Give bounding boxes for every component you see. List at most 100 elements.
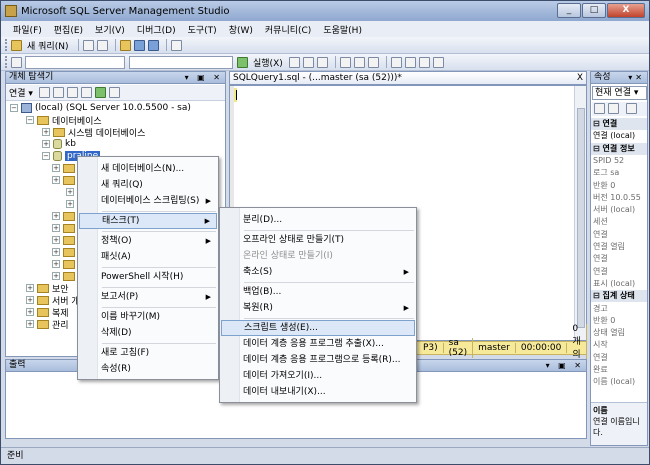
property-row[interactable]: 경고 <box>591 303 647 315</box>
expand-icon[interactable]: + <box>26 308 34 316</box>
menu-item[interactable]: 복원(R) ▶ <box>221 300 415 316</box>
property-row[interactable]: SPID 52 <box>591 155 647 167</box>
menu-item[interactable]: 데이터 계층 응용 프로그램 추출(X)... <box>221 336 415 352</box>
comment-icon[interactable] <box>390 56 402 68</box>
property-row[interactable]: 연결 <box>591 352 647 364</box>
properties-object-combo[interactable]: 현재 연결 ▾ <box>592 86 647 100</box>
disconnect-icon[interactable] <box>52 87 64 98</box>
expand-icon[interactable]: + <box>52 272 60 280</box>
property-category[interactable]: ⊟ 집계 상태 <box>591 290 647 303</box>
property-row[interactable]: 완료 <box>591 364 647 376</box>
tree-node[interactable]: + kb <box>42 138 76 150</box>
property-category[interactable]: ⊟ 연결 <box>591 118 647 130</box>
decrease-indent-icon[interactable] <box>418 56 430 68</box>
minimize-button[interactable]: _ <box>557 3 581 18</box>
close-tab-icon[interactable]: X <box>577 72 583 84</box>
new-file-icon[interactable] <box>83 39 95 51</box>
execute-button[interactable]: 실행(X) <box>237 56 283 69</box>
tree-node[interactable]: + 시스템 데이터베이스 <box>42 126 145 139</box>
property-row[interactable]: 연결 열림 <box>591 241 647 253</box>
database-combo[interactable] <box>129 55 233 69</box>
menu-item[interactable]: 백업(B)... <box>221 284 415 300</box>
save-all-icon[interactable] <box>148 39 160 51</box>
property-row[interactable]: 로그 sa <box>591 167 647 179</box>
new-query-button[interactable]: 새 쿼리(N) <box>11 39 68 52</box>
activity-monitor-icon[interactable] <box>171 39 183 51</box>
panel-pin-close-icon[interactable]: ▾✕ <box>628 72 645 83</box>
menu-item[interactable]: 데이터 가져오기(I)... <box>221 368 415 384</box>
menu-help[interactable]: 도움말(H) <box>317 23 368 36</box>
property-row[interactable]: 연결 <box>591 253 647 265</box>
uncomment-icon[interactable] <box>404 56 416 68</box>
debug-icon[interactable] <box>288 56 300 68</box>
results-to-file-icon[interactable] <box>367 56 379 68</box>
menu-item[interactable]: 삭제(D) <box>79 325 217 341</box>
panel-pin-close-icon[interactable]: ▾ ▣ ✕ <box>185 72 223 83</box>
menu-item[interactable]: 스크립트 생성(E)... <box>221 320 415 336</box>
menu-edit[interactable]: 편집(E) <box>48 23 89 36</box>
property-row[interactable]: 연결 <box>591 266 647 278</box>
new-project-icon[interactable] <box>97 39 109 51</box>
parse-icon[interactable] <box>316 56 328 68</box>
expand-icon[interactable]: + <box>52 224 60 232</box>
property-row[interactable]: 버전 10.0.55 <box>591 192 647 204</box>
close-button[interactable]: X <box>607 3 645 18</box>
property-pages-icon[interactable] <box>626 103 637 114</box>
menu-tools[interactable]: 도구(T) <box>182 23 223 36</box>
expand-icon[interactable]: + <box>66 188 74 196</box>
menu-debug[interactable]: 디버그(D) <box>131 23 182 36</box>
menu-item[interactable]: 데이터 계층 응용 프로그램으로 등록(R)... <box>221 352 415 368</box>
menu-item[interactable]: 태스크(T) ▶ <box>79 213 217 229</box>
menu-item[interactable]: 속성(R) <box>79 361 217 377</box>
stop-icon[interactable] <box>66 87 78 98</box>
categorized-icon[interactable] <box>594 103 605 114</box>
tree-node[interactable]: + 관리 <box>26 318 69 331</box>
menu-item[interactable]: 보고서(P) ▶ <box>79 289 217 305</box>
collapse-icon[interactable]: − <box>10 104 18 112</box>
menu-item[interactable]: 새로 고침(F) <box>79 345 217 361</box>
database-selector[interactable] <box>25 55 125 69</box>
expand-icon[interactable]: + <box>42 140 50 148</box>
connect-dropdown[interactable]: 연결 ▾ <box>9 86 33 99</box>
expand-icon[interactable]: + <box>52 212 60 220</box>
save-icon[interactable] <box>134 39 146 51</box>
scroll-thumb[interactable] <box>577 108 585 328</box>
cancel-query-icon[interactable] <box>302 56 314 68</box>
tree-node[interactable]: − 데이터베이스 <box>26 114 102 127</box>
property-row[interactable]: 서버 (local) <box>591 204 647 216</box>
menu-item[interactable]: 새 쿼리(Q) <box>79 177 217 193</box>
expand-icon[interactable]: + <box>52 260 60 268</box>
menu-view[interactable]: 보기(V) <box>89 23 131 36</box>
menu-item[interactable]: 이름 바꾸기(M) <box>79 309 217 325</box>
open-folder-icon[interactable] <box>120 39 132 51</box>
menu-item[interactable]: 축소(S) ▶ <box>221 264 415 280</box>
expand-icon[interactable]: + <box>26 320 34 328</box>
panel-pin-close-icon[interactable]: ▾ ▣ ✕ <box>546 360 584 371</box>
expand-icon[interactable]: + <box>66 200 74 208</box>
menu-item[interactable]: 새 데이터베이스(N)... <box>79 161 217 177</box>
menu-item[interactable]: 패싯(A) <box>79 249 217 265</box>
menu-item[interactable]: 온라인 상태로 만들기(I) <box>221 248 415 264</box>
expand-icon[interactable]: + <box>52 248 60 256</box>
alphabetical-icon[interactable] <box>608 103 619 114</box>
editor-vertical-scrollbar[interactable] <box>574 86 586 340</box>
property-row[interactable]: 반환 0 <box>591 315 647 327</box>
menu-file[interactable]: 파일(F) <box>7 23 48 36</box>
collapse-icon[interactable]: − <box>26 116 34 124</box>
menu-item[interactable]: 데이터베이스 스크립팅(S) ▶ <box>79 193 217 209</box>
tree-node[interactable]: + 보안 <box>26 282 69 295</box>
menu-window[interactable]: 창(W) <box>223 23 259 36</box>
menu-item[interactable]: 데이터 내보내기(X)... <box>221 384 415 400</box>
expand-icon[interactable]: + <box>42 128 50 136</box>
collapse-icon[interactable]: − <box>42 152 50 160</box>
results-to-text-icon[interactable] <box>339 56 351 68</box>
expand-icon[interactable]: + <box>52 236 60 244</box>
connect-icon[interactable] <box>11 56 22 68</box>
toolbar-grip[interactable] <box>5 56 8 68</box>
results-to-grid-icon[interactable] <box>353 56 365 68</box>
maximize-button[interactable]: □ <box>582 3 606 18</box>
property-row[interactable]: 세션 <box>591 216 647 228</box>
property-row[interactable]: 표시 (local) <box>591 278 647 290</box>
property-category[interactable]: ⊟ 연결 정보 <box>591 142 647 155</box>
property-row[interactable]: 연결 <box>591 229 647 241</box>
